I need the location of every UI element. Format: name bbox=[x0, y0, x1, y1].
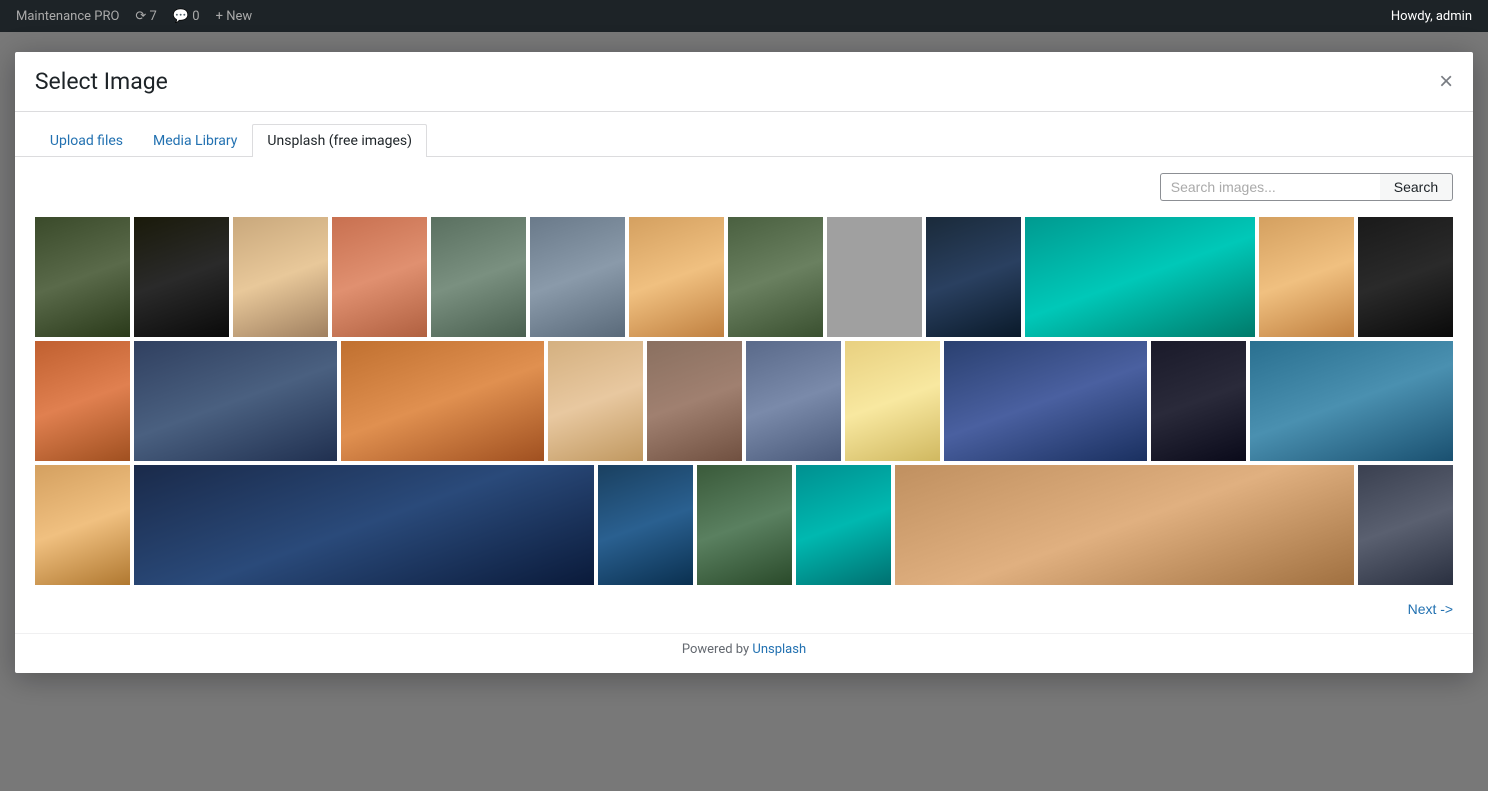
image-item[interactable] bbox=[134, 217, 229, 337]
image-item[interactable] bbox=[431, 217, 526, 337]
image-item[interactable] bbox=[548, 341, 643, 461]
search-button[interactable]: Search bbox=[1380, 173, 1453, 201]
image-item[interactable] bbox=[341, 341, 544, 461]
modal-header: Select Image × bbox=[15, 52, 1473, 112]
pagination: Next -> bbox=[15, 585, 1473, 633]
search-input[interactable] bbox=[1160, 173, 1380, 201]
image-item[interactable] bbox=[1358, 465, 1453, 585]
updates-count[interactable]: ⟳ 7 bbox=[135, 9, 156, 24]
image-item[interactable] bbox=[134, 465, 594, 585]
modal-close-button[interactable]: × bbox=[1439, 70, 1453, 94]
image-item[interactable] bbox=[530, 217, 625, 337]
modal-title: Select Image bbox=[35, 68, 168, 95]
image-item[interactable] bbox=[895, 465, 1355, 585]
powered-by-text: Powered by bbox=[682, 642, 753, 657]
image-item[interactable] bbox=[1259, 217, 1354, 337]
image-item[interactable] bbox=[944, 341, 1147, 461]
new-button[interactable]: + New bbox=[216, 9, 253, 24]
image-item[interactable] bbox=[1358, 217, 1453, 337]
comments-count[interactable]: 💬 0 bbox=[173, 9, 200, 24]
admin-bar-left: Maintenance PRO ⟳ 7 💬 0 + New bbox=[16, 9, 252, 24]
image-item[interactable] bbox=[332, 217, 427, 337]
image-item[interactable] bbox=[827, 217, 922, 337]
image-row-3 bbox=[35, 465, 1453, 585]
image-item[interactable] bbox=[1151, 341, 1246, 461]
image-item[interactable] bbox=[629, 217, 724, 337]
next-button[interactable]: Next -> bbox=[1408, 601, 1454, 617]
image-item[interactable] bbox=[1025, 217, 1255, 337]
tab-media-library[interactable]: Media Library bbox=[138, 124, 252, 157]
image-grid bbox=[15, 217, 1473, 585]
image-item[interactable] bbox=[35, 217, 130, 337]
site-name[interactable]: Maintenance PRO bbox=[16, 9, 119, 24]
image-item[interactable] bbox=[35, 341, 130, 461]
image-row-2 bbox=[35, 341, 1453, 461]
unsplash-link[interactable]: Unsplash bbox=[752, 642, 806, 657]
image-item[interactable] bbox=[845, 341, 940, 461]
select-image-modal: Select Image × Upload files Media Librar… bbox=[15, 52, 1473, 673]
image-item[interactable] bbox=[647, 341, 742, 461]
image-item[interactable] bbox=[35, 465, 130, 585]
image-item[interactable] bbox=[728, 217, 823, 337]
image-item[interactable] bbox=[233, 217, 328, 337]
tab-upload-files[interactable]: Upload files bbox=[35, 124, 138, 157]
modal-overlay: Select Image × Upload files Media Librar… bbox=[0, 32, 1488, 791]
image-item[interactable] bbox=[598, 465, 693, 585]
tabs-container: Upload files Media Library Unsplash (fre… bbox=[15, 112, 1473, 157]
search-bar: Search bbox=[15, 157, 1473, 217]
image-item[interactable] bbox=[796, 465, 891, 585]
image-item[interactable] bbox=[746, 341, 841, 461]
modal-footer: Powered by Unsplash bbox=[15, 633, 1473, 673]
tab-unsplash[interactable]: Unsplash (free images) bbox=[252, 124, 427, 157]
image-row-1 bbox=[35, 217, 1453, 337]
image-item[interactable] bbox=[697, 465, 792, 585]
image-item[interactable] bbox=[134, 341, 337, 461]
howdy-text: Howdy, admin bbox=[1391, 9, 1472, 24]
image-item[interactable] bbox=[926, 217, 1021, 337]
image-item[interactable] bbox=[1250, 341, 1453, 461]
admin-bar: Maintenance PRO ⟳ 7 💬 0 + New Howdy, adm… bbox=[0, 0, 1488, 32]
